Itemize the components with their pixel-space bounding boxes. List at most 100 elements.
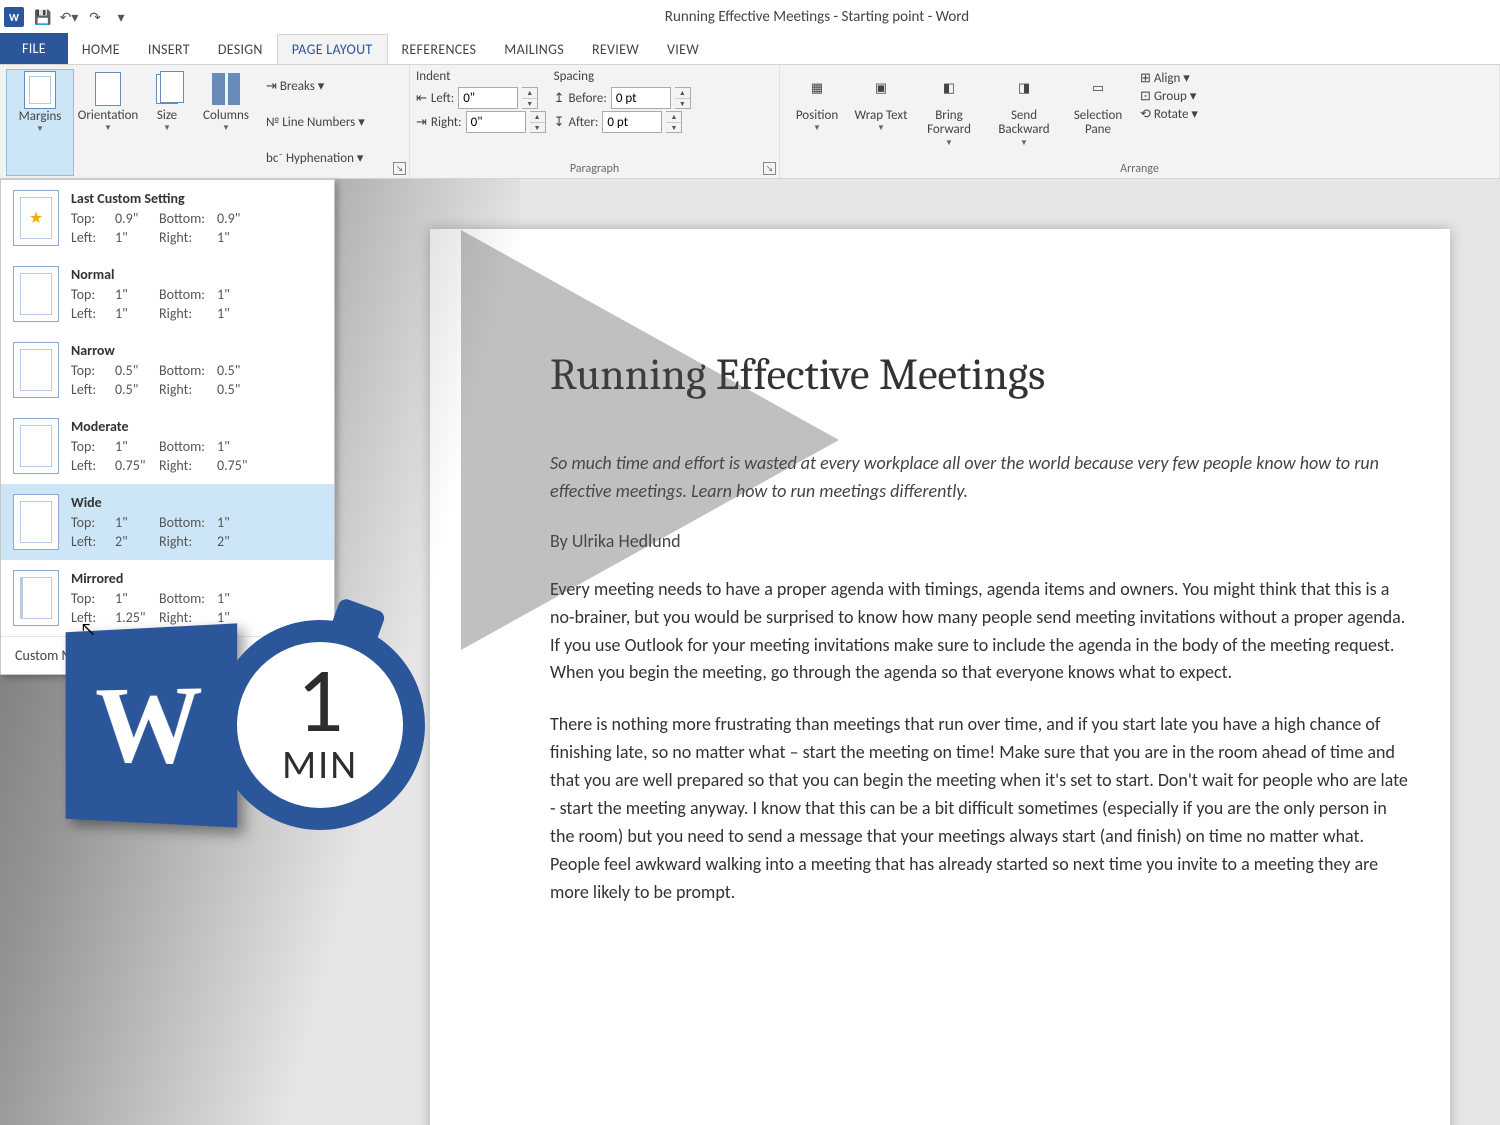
tab-page-layout[interactable]: PAGE LAYOUT — [277, 34, 388, 64]
spacing-heading: Spacing — [554, 69, 691, 86]
tab-mailings[interactable]: MAILINGS — [490, 35, 578, 64]
position-button[interactable]: ▦Position▼ — [786, 69, 848, 160]
group-arrange: ▦Position▼ ▣Wrap Text▼ ◧Bring Forward▼ ◨… — [780, 65, 1500, 178]
paragraph-group-label: Paragraph — [416, 160, 773, 176]
spacing-after-label: After: — [569, 115, 599, 130]
bring-forward-icon: ◧ — [931, 71, 967, 107]
spacing-before-icon: ↥ — [554, 91, 565, 106]
margin-preset-icon — [13, 570, 59, 626]
margin-preset-title: Mirrored — [71, 570, 324, 587]
page: Running Effective Meetings So much time … — [430, 229, 1450, 1125]
cursor-icon: ↖ — [80, 618, 96, 640]
orientation-button[interactable]: Orientation ▼ — [74, 69, 142, 176]
margins-button[interactable]: Margins ▼ — [6, 69, 74, 176]
spacing-after-spinner[interactable]: ▲▼ — [666, 111, 682, 133]
breaks-button[interactable]: ⇥ Breaks ▾ — [264, 77, 367, 96]
margins-label: Margins — [19, 110, 62, 124]
ribbon-tabs: FILE HOME INSERT DESIGN PAGE LAYOUT REFE… — [0, 34, 1500, 64]
send-backward-button[interactable]: ◨Send Backward▼ — [988, 69, 1060, 160]
doc-para-2: There is nothing more frustrating than m… — [550, 711, 1415, 906]
indent-right-input[interactable] — [466, 111, 526, 133]
arrange-group-label: Arrange — [786, 160, 1493, 176]
window-title: Running Effective Meetings - Starting po… — [134, 8, 1500, 26]
qat-redo-icon[interactable]: ↷ — [82, 5, 108, 29]
size-button[interactable]: Size ▼ — [142, 69, 192, 176]
columns-button[interactable]: Columns ▼ — [192, 69, 260, 176]
orientation-icon — [95, 72, 121, 106]
columns-label: Columns — [203, 109, 249, 123]
margin-preset-icon — [13, 494, 59, 550]
tab-view[interactable]: VIEW — [653, 35, 713, 64]
position-icon: ▦ — [799, 71, 835, 107]
orientation-label: Orientation — [78, 109, 139, 123]
tab-review[interactable]: REVIEW — [578, 35, 653, 64]
spacing-after-icon: ↧ — [554, 115, 565, 130]
indent-right-label: Right: — [431, 115, 462, 130]
margins-option-moderate[interactable]: ModerateTop:1"Bottom:1"Left:0.75"Right:0… — [1, 408, 334, 484]
stopwatch-icon: 1 MIN — [215, 620, 425, 830]
send-backward-icon: ◨ — [1006, 71, 1042, 107]
tab-home[interactable]: HOME — [68, 35, 134, 64]
chevron-down-icon: ▼ — [222, 124, 230, 133]
tab-insert[interactable]: INSERT — [134, 35, 204, 64]
size-label: Size — [157, 109, 177, 123]
indent-left-input[interactable] — [458, 87, 518, 109]
badge-number: 1 — [297, 661, 344, 739]
chevron-down-icon: ▼ — [163, 124, 171, 133]
wrap-text-icon: ▣ — [863, 71, 899, 107]
hyphenation-button[interactable]: bc⁻ Hyphenation ▾ — [264, 149, 367, 168]
align-button[interactable]: ⊞ Align ▾ — [1140, 71, 1198, 86]
margins-option-wide[interactable]: WideTop:1"Bottom:1"Left:2"Right:2" — [1, 484, 334, 560]
qat-undo-icon[interactable]: ↶▾ — [56, 5, 82, 29]
paragraph-dialog-launcher[interactable]: ↘ — [763, 162, 776, 175]
indent-right-spinner[interactable]: ▲▼ — [530, 111, 546, 133]
word-tile-icon: W — [66, 623, 238, 827]
margin-preset-icon — [13, 342, 59, 398]
qat-customize-icon[interactable]: ▾ — [108, 5, 134, 29]
bring-forward-button[interactable]: ◧Bring Forward▼ — [914, 69, 984, 160]
page-setup-small: ⇥ Breaks ▾ № Line Numbers ▾ bc⁻ Hyphenat… — [260, 69, 371, 176]
indent-left-label: Left: — [431, 91, 454, 106]
qat-save-icon[interactable]: 💾 — [30, 5, 56, 29]
badge-min: MIN — [282, 740, 358, 789]
indent-right-icon: ⇥ — [416, 115, 427, 130]
selection-pane-button[interactable]: ▭Selection Pane — [1064, 69, 1132, 160]
margin-preset-icon — [13, 266, 59, 322]
ribbon: Margins ▼ Orientation ▼ Size ▼ Columns ▼… — [0, 64, 1500, 179]
margins-option-narrow[interactable]: NarrowTop:0.5"Bottom:0.5"Left:0.5"Right:… — [1, 332, 334, 408]
doc-byline: By Ulrika Hedlund — [550, 530, 1415, 552]
tab-file[interactable]: FILE — [0, 33, 68, 64]
line-numbers-button[interactable]: № Line Numbers ▾ — [264, 113, 367, 132]
chevron-down-icon: ▼ — [104, 124, 112, 133]
title-bar: W 💾 ↶▾ ↷ ▾ Running Effective Meetings - … — [0, 0, 1500, 34]
tab-design[interactable]: DESIGN — [204, 35, 277, 64]
spacing-before-spinner[interactable]: ▲▼ — [675, 87, 691, 109]
spacing-before-input[interactable] — [611, 87, 671, 109]
indent-heading: Indent — [416, 69, 546, 86]
doc-para-1: Every meeting needs to have a proper age… — [550, 576, 1415, 688]
indent-left-icon: ⇤ — [416, 91, 427, 106]
chevron-down-icon: ▼ — [36, 125, 44, 134]
margin-preset-title: Narrow — [71, 342, 324, 359]
word-icon: W — [4, 7, 24, 27]
doc-tagline: So much time and effort is wasted at eve… — [550, 450, 1415, 506]
spacing-after-input[interactable] — [602, 111, 662, 133]
spacing-before-label: Before: — [569, 91, 607, 106]
rotate-button[interactable]: ⟲ Rotate ▾ — [1140, 107, 1198, 122]
indent-left-spinner[interactable]: ▲▼ — [522, 87, 538, 109]
margins-option-last-custom-setting[interactable]: Last Custom SettingTop:0.9"Bottom:0.9"Le… — [1, 180, 334, 256]
page-setup-dialog-launcher[interactable]: ↘ — [393, 162, 406, 175]
group-button[interactable]: ⊡ Group ▾ — [1140, 89, 1198, 104]
selection-pane-icon: ▭ — [1080, 71, 1116, 107]
group-paragraph: Indent ⇤ Left: ▲▼ ⇥ Right: ▲▼ Spacing ↥ — [410, 65, 780, 178]
margins-option-normal[interactable]: NormalTop:1"Bottom:1"Left:1"Right:1" — [1, 256, 334, 332]
margins-icon — [24, 71, 56, 109]
wrap-text-button[interactable]: ▣Wrap Text▼ — [852, 69, 910, 160]
margin-preset-title: Normal — [71, 266, 324, 283]
group-page-setup: Margins ▼ Orientation ▼ Size ▼ Columns ▼… — [0, 65, 410, 178]
margins-dropdown: Last Custom SettingTop:0.9"Bottom:0.9"Le… — [0, 179, 335, 675]
columns-icon — [212, 73, 240, 105]
size-icon — [156, 74, 178, 104]
margin-preset-title: Last Custom Setting — [71, 190, 324, 207]
tab-references[interactable]: REFERENCES — [388, 35, 491, 64]
